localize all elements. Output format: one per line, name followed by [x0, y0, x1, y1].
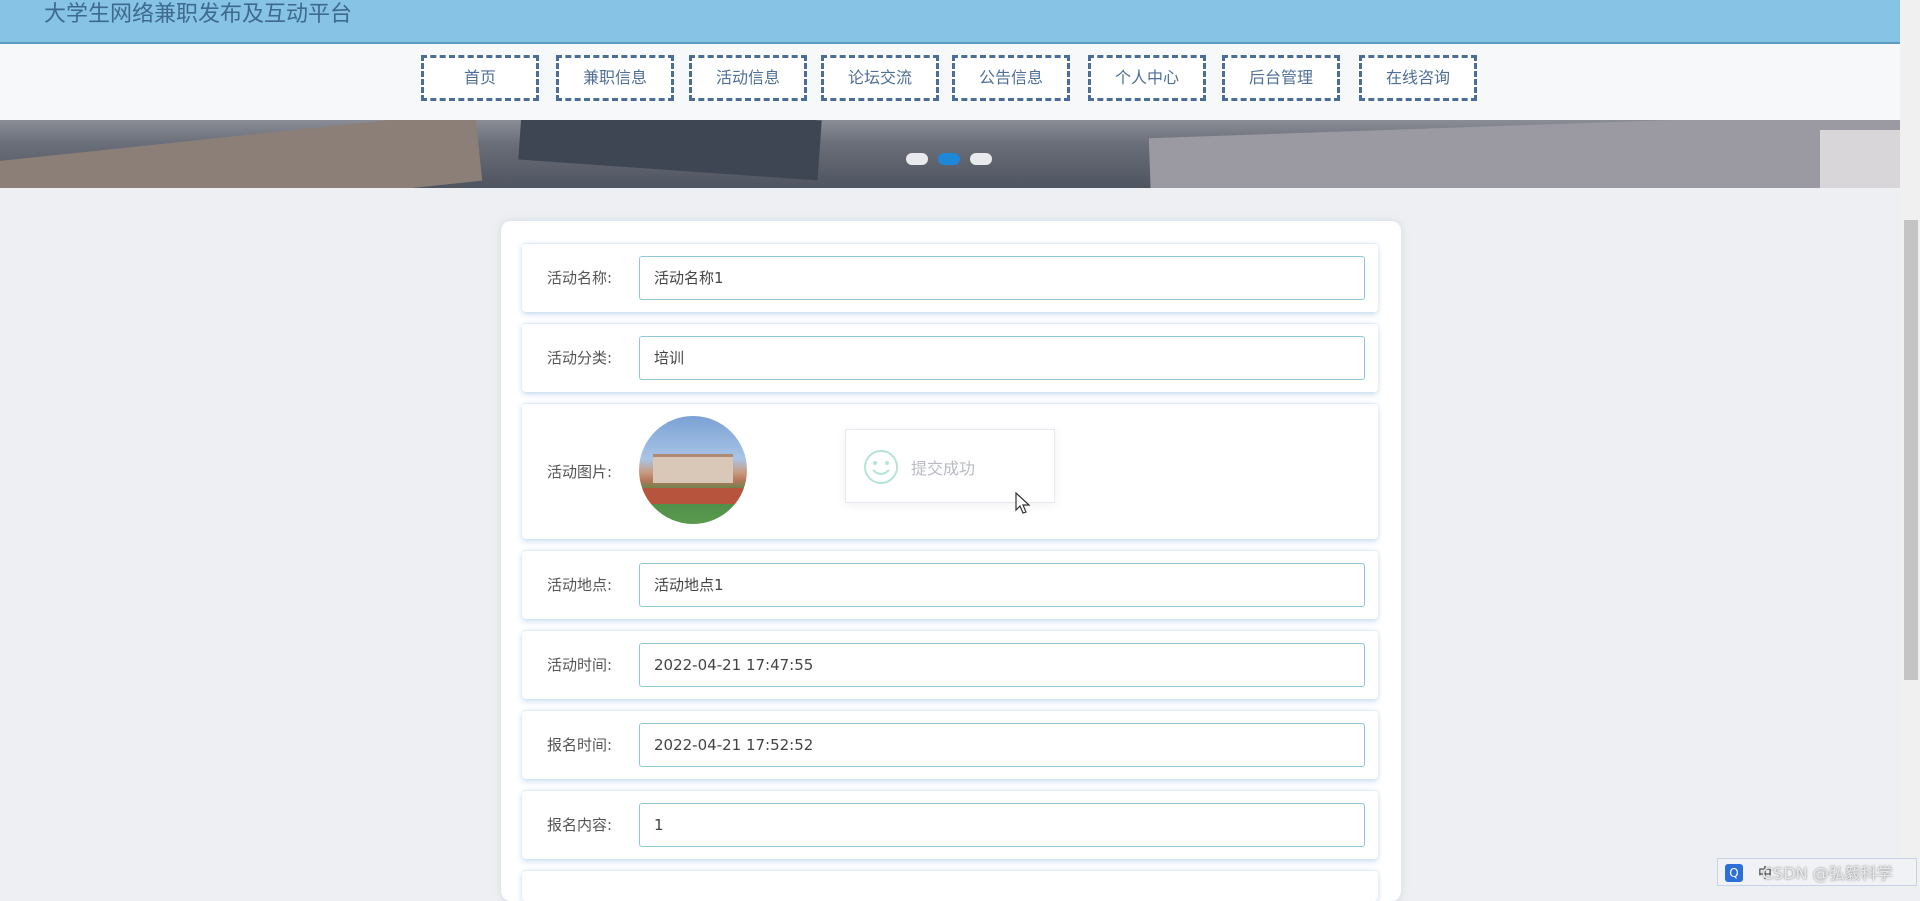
ime-logo-icon[interactable]: Q — [1725, 864, 1743, 882]
activity-category-label: 活动分类: — [547, 349, 613, 367]
nav-item-profile[interactable]: 个人中心 — [1088, 55, 1206, 101]
nav-item-part-time[interactable]: 兼职信息 — [556, 55, 674, 101]
image-building-shape — [653, 454, 733, 483]
nav-item-announcements[interactable]: 公告信息 — [952, 55, 1070, 101]
activity-category-input[interactable]: 培训 — [639, 336, 1365, 380]
activity-time-input[interactable]: 2022-04-21 17:47:55 — [639, 643, 1365, 687]
activity-time-label: 活动时间: — [547, 656, 613, 674]
site-title: 大学生网络兼职发布及互动平台 — [44, 2, 353, 27]
form-row-signup-time: 报名时间: 2022-04-21 17:52:52 — [522, 710, 1378, 779]
nav-item-home[interactable]: 首页 — [421, 55, 539, 101]
form-row-activity-location: 活动地点: 活动地点1 — [522, 550, 1378, 619]
csdn-watermark: CSDN @弘毅科学 — [1762, 864, 1893, 883]
site-header: 大学生网络兼职发布及互动平台 — [0, 0, 1900, 44]
smile-icon — [864, 450, 898, 484]
activity-location-input[interactable]: 活动地点1 — [639, 563, 1365, 607]
banner-corner-shape — [1820, 130, 1900, 188]
signup-content-label: 报名内容: — [547, 816, 613, 834]
form-row-signup-content: 报名内容: 1 — [522, 790, 1378, 859]
carousel-dot-3[interactable] — [970, 153, 992, 165]
activity-name-input[interactable]: 活动名称1 — [639, 256, 1365, 300]
nav-item-activities[interactable]: 活动信息 — [689, 55, 807, 101]
form-row-activity-name: 活动名称: 活动名称1 — [522, 243, 1378, 312]
activity-name-label: 活动名称: — [547, 269, 613, 287]
signup-content-input[interactable]: 1 — [639, 803, 1365, 847]
form-row-activity-category: 活动分类: 培训 — [522, 323, 1378, 392]
signup-time-input[interactable]: 2022-04-21 17:52:52 — [639, 723, 1365, 767]
banner-desk-shape — [0, 120, 483, 188]
activity-location-label: 活动地点: — [547, 576, 613, 594]
nav-item-forum[interactable]: 论坛交流 — [821, 55, 939, 101]
banner-chair-shape — [518, 120, 822, 181]
signup-time-label: 报名时间: — [547, 736, 613, 754]
form-row-activity-time: 活动时间: 2022-04-21 17:47:55 — [522, 630, 1378, 699]
nav-item-consult[interactable]: 在线咨询 — [1359, 55, 1477, 101]
nav-item-admin[interactable]: 后台管理 — [1222, 55, 1340, 101]
carousel-dot-2-active[interactable] — [938, 153, 960, 165]
activity-image[interactable] — [639, 416, 747, 524]
scrollbar-thumb[interactable] — [1904, 220, 1918, 680]
mouse-cursor-icon — [1015, 492, 1031, 514]
image-track-shape — [639, 488, 747, 504]
main-nav: 首页 兼职信息 活动信息 论坛交流 公告信息 个人中心 后台管理 在线咨询 — [0, 44, 1900, 120]
toast-message: 提交成功 — [911, 459, 976, 478]
form-row-next-partial — [522, 870, 1378, 901]
activity-image-label: 活动图片: — [547, 463, 613, 481]
carousel-dot-1[interactable] — [906, 153, 928, 165]
banner-table-shape — [1148, 120, 1900, 188]
